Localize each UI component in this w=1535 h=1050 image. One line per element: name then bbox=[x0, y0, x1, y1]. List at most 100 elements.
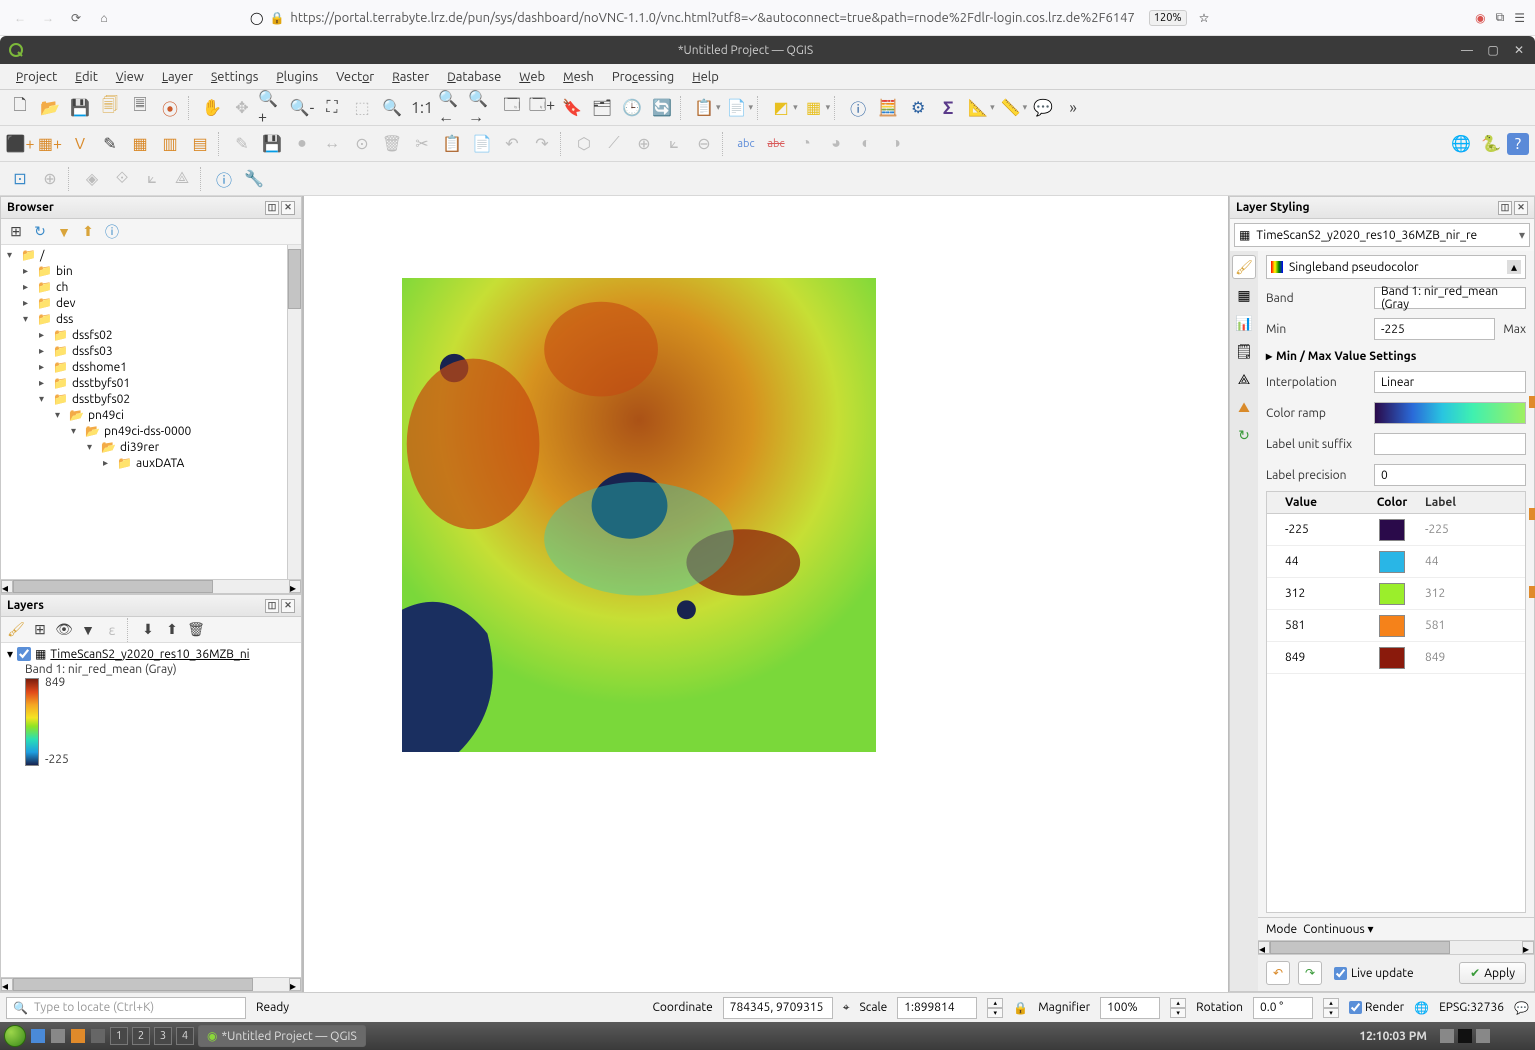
hamburger-menu-icon[interactable]: ☰ bbox=[1514, 11, 1525, 25]
copy-features-icon[interactable]: 📄 bbox=[723, 94, 751, 122]
class-row[interactable]: 44 44 bbox=[1267, 546, 1525, 578]
menu-layer[interactable]: Layer bbox=[154, 67, 201, 87]
class-color[interactable] bbox=[1367, 519, 1417, 541]
merge-features-icon[interactable]: ⊕ bbox=[630, 130, 658, 158]
new-3d-view-icon[interactable]: 🗔+ bbox=[528, 94, 556, 122]
pan-to-selection-icon[interactable]: ✥ bbox=[228, 94, 256, 122]
move-feature-icon[interactable]: ↔ bbox=[318, 130, 346, 158]
new-shapefile-icon[interactable]: V bbox=[66, 130, 94, 158]
cad-icon[interactable]: ⟀ bbox=[138, 165, 166, 193]
statistics-icon[interactable]: Σ bbox=[934, 94, 962, 122]
mode-select[interactable]: Continuous ▾ bbox=[1303, 922, 1413, 936]
panel-close-icon[interactable]: ✕ bbox=[281, 599, 295, 613]
enable-tracing-icon[interactable]: ⟐ bbox=[108, 165, 136, 193]
extension-icon[interactable]: ◉ bbox=[1475, 11, 1485, 25]
zoom-native-icon[interactable]: 1:1 bbox=[408, 94, 436, 122]
redo-style-button[interactable]: ↷ bbox=[1298, 961, 1322, 985]
render-checkbox[interactable]: Render bbox=[1349, 1001, 1404, 1014]
menu-database[interactable]: Database bbox=[439, 67, 509, 87]
history-tab-icon[interactable]: ↻ bbox=[1232, 423, 1256, 447]
menu-plugins[interactable]: Plugins bbox=[268, 67, 326, 87]
class-label[interactable]: 849 bbox=[1417, 647, 1525, 668]
menu-view[interactable]: View bbox=[108, 67, 152, 87]
taskbar-app-icon[interactable] bbox=[31, 1029, 45, 1043]
bookmark-star-icon[interactable]: ☆ bbox=[1199, 11, 1210, 25]
qgis-titlebar[interactable]: *Untitled Project — QGIS — ▢ ✕ bbox=[0, 36, 1535, 64]
tree-expander[interactable]: ▸ bbox=[39, 377, 49, 389]
toolbox-icon[interactable]: ⚙ bbox=[904, 94, 932, 122]
tree-expander[interactable]: ▾ bbox=[55, 409, 65, 421]
tray-icon[interactable] bbox=[1458, 1029, 1472, 1043]
zoom-full-icon[interactable]: ⛶ bbox=[318, 94, 346, 122]
extensions-menu-icon[interactable]: ⧉ bbox=[1496, 11, 1505, 25]
menu-mesh[interactable]: Mesh bbox=[555, 67, 602, 87]
add-vector-icon[interactable]: ⬛+ bbox=[6, 130, 34, 158]
digitize-shape-icon[interactable]: ⬡ bbox=[570, 130, 598, 158]
live-update-check[interactable] bbox=[1334, 967, 1347, 980]
zoom-last-icon[interactable]: 🔍← bbox=[438, 94, 466, 122]
diagram2-icon[interactable]: ◕ bbox=[822, 130, 850, 158]
filter-browser-icon[interactable]: ▼ bbox=[53, 221, 75, 243]
new-geopackage-icon[interactable]: ✎ bbox=[96, 130, 124, 158]
browser-tree[interactable]: ▾📁/ ▸📁bin ▸📁ch ▸📁dev ▾📁dss ▸📁dssfs02 ▸📁d… bbox=[1, 245, 287, 579]
collapse-all-icon[interactable]: ⬆ bbox=[77, 221, 99, 243]
pan-map-icon[interactable]: ✋ bbox=[198, 94, 226, 122]
taskbar-clock[interactable]: 12:10:03 PM bbox=[1351, 1030, 1435, 1043]
identify-icon[interactable]: ⓘ bbox=[844, 94, 872, 122]
tree-expander[interactable]: ▾ bbox=[71, 425, 81, 437]
show-bookmarks-icon[interactable]: 🗂 bbox=[588, 94, 616, 122]
menu-vector[interactable]: Vector bbox=[328, 67, 382, 87]
tree-item-label[interactable]: pn49ci-dss-0000 bbox=[104, 425, 191, 438]
coord-input[interactable]: 784345, 9709315 bbox=[723, 997, 833, 1019]
tree-expander[interactable]: ▾ bbox=[23, 313, 33, 325]
panel-close-icon[interactable]: ✕ bbox=[281, 201, 295, 215]
options-icon[interactable]: 🔧 bbox=[240, 165, 268, 193]
filter-legend-icon[interactable]: ▼ bbox=[77, 619, 99, 641]
cut-features-icon[interactable]: ✂ bbox=[408, 130, 436, 158]
new-print-layout-icon[interactable]: 🗐 bbox=[96, 94, 124, 122]
workspace-3[interactable]: 3 bbox=[154, 1027, 172, 1045]
zoom-badge[interactable]: 120% bbox=[1149, 10, 1187, 26]
class-color[interactable] bbox=[1367, 647, 1417, 669]
new-virtual-layer-icon[interactable]: ▥ bbox=[156, 130, 184, 158]
crs-label[interactable]: EPSG:32736 bbox=[1439, 1001, 1504, 1014]
tree-expander[interactable]: ▸ bbox=[23, 281, 33, 293]
class-label[interactable]: 312 bbox=[1417, 583, 1525, 604]
browser-scrollbar[interactable] bbox=[287, 245, 301, 579]
taskbar-app-icon[interactable] bbox=[51, 1029, 65, 1043]
taskbar-app-icon[interactable] bbox=[71, 1029, 85, 1043]
start-menu-button[interactable] bbox=[4, 1025, 26, 1047]
menu-project[interactable]: Project bbox=[8, 67, 65, 87]
new-spatialite-icon[interactable]: ▦ bbox=[126, 130, 154, 158]
zoom-out-icon[interactable]: 🔍- bbox=[288, 94, 316, 122]
python-console-icon[interactable]: 🐍 bbox=[1477, 130, 1505, 158]
transparency-tab-icon[interactable]: ▦ bbox=[1232, 283, 1256, 307]
tree-expander[interactable]: ▸ bbox=[39, 345, 49, 357]
tree-item-label[interactable]: dsstbyfs02 bbox=[72, 393, 130, 406]
class-value[interactable]: 44 bbox=[1267, 551, 1367, 572]
histogram-tab-icon[interactable]: 📊 bbox=[1232, 311, 1256, 335]
layers-h-scrollbar[interactable]: ◂▸ bbox=[1, 977, 301, 991]
classes-table[interactable]: Value Color Label -225-22544443123125815… bbox=[1266, 491, 1526, 913]
class-value[interactable]: 581 bbox=[1267, 615, 1367, 636]
undo-icon[interactable]: ↶ bbox=[498, 130, 526, 158]
add-feature-icon[interactable]: ● bbox=[288, 130, 316, 158]
tree-expander[interactable]: ▾ bbox=[7, 249, 17, 261]
elevation-tab-icon[interactable]: ⛰ bbox=[1232, 395, 1256, 419]
class-label[interactable]: 44 bbox=[1417, 551, 1525, 572]
properties-widget-icon[interactable]: ⓘ bbox=[101, 221, 123, 243]
band-select[interactable]: Band 1: nir_red_mean (Gray bbox=[1374, 287, 1526, 309]
style-manager-icon[interactable]: ⦿ bbox=[156, 94, 184, 122]
more-icon[interactable]: » bbox=[1059, 94, 1087, 122]
undo-style-button[interactable]: ↶ bbox=[1266, 961, 1290, 985]
panel-undock-icon[interactable]: ◫ bbox=[265, 599, 279, 613]
rotation-stepper[interactable]: ▴▾ bbox=[1323, 998, 1339, 1018]
workspace-2[interactable]: 2 bbox=[132, 1027, 150, 1045]
browser-panel-title[interactable]: Browser ◫ ✕ bbox=[1, 197, 301, 219]
tree-expander[interactable]: ▸ bbox=[39, 361, 49, 373]
diagram3-icon[interactable]: ◐ bbox=[852, 130, 880, 158]
collapse-all-layers-icon[interactable]: ⬆ bbox=[161, 619, 183, 641]
field-calc-icon[interactable]: 🧮 bbox=[874, 94, 902, 122]
taskbar-app-icon[interactable] bbox=[91, 1029, 105, 1043]
messages-icon[interactable]: 💬 bbox=[1514, 1001, 1529, 1015]
